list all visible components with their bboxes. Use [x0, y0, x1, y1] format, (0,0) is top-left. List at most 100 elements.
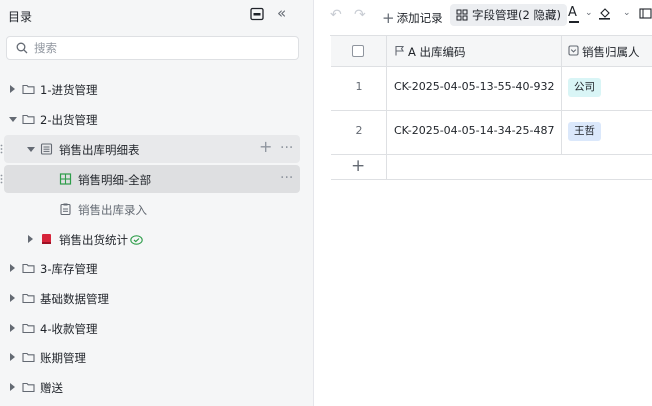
grid-view-icon	[59, 173, 72, 185]
sidebar-header: 目录 «	[0, 0, 314, 30]
expand-icon[interactable]	[10, 353, 15, 361]
folder-icon	[22, 382, 35, 393]
tree-item-sales[interactable]: 2-出货管理	[4, 105, 300, 133]
search-input[interactable]	[34, 39, 284, 57]
expand-icon[interactable]	[28, 235, 33, 243]
folder-icon	[22, 293, 35, 304]
drag-handle-icon[interactable]	[0, 144, 3, 154]
expand-icon[interactable]	[10, 85, 15, 93]
collapse-icon[interactable]	[27, 147, 35, 152]
redo-icon[interactable]: ↷	[354, 7, 366, 23]
table-row[interactable]: 2 CK-2025-04-05-14-34-25-487 王哲	[331, 111, 652, 155]
tree-item-purchase[interactable]: 1-进货管理	[4, 75, 300, 103]
table-row[interactable]: 1 CK-2025-04-05-13-55-40-932 公司	[331, 67, 652, 111]
search-icon	[16, 42, 28, 54]
expand-icon[interactable]	[10, 324, 15, 332]
field-manage-button[interactable]: 字段管理(2 隐藏)	[450, 4, 567, 26]
main-panel: ↶ ↷ +添加记录 字段管理(2 隐藏) A ⌄ ⌄ A 出库编码 销售归属人	[314, 0, 652, 406]
sync-status-icon	[130, 235, 143, 245]
folder-icon	[22, 323, 35, 334]
search-box[interactable]	[6, 36, 299, 60]
fill-color-icon[interactable]	[598, 7, 611, 20]
expand-icon[interactable]	[10, 294, 15, 302]
text-color-icon[interactable]: A	[568, 5, 577, 20]
flag-icon	[395, 45, 405, 56]
owner-tag: 公司	[568, 78, 601, 97]
owner-cell[interactable]: 公司	[562, 67, 652, 110]
sidebar-title: 目录	[8, 10, 33, 24]
tree-item-sales-stats[interactable]: 销售出货统计	[4, 225, 300, 253]
sidebar: 目录 « 1-进货管理 2-出货管理 销售出库明细表 + ··· 销售明	[0, 0, 314, 406]
data-table: A 出库编码 销售归属人 1 CK-2025-04-05-13-55-40-93…	[330, 35, 652, 180]
code-value: CK-2025-04-05-13-55-40-932	[394, 80, 555, 93]
column-header-owner[interactable]: 销售归属人	[562, 36, 652, 66]
text-color-bar	[569, 21, 579, 23]
table-header: A 出库编码 销售归属人	[331, 36, 652, 67]
tree-item-gifts[interactable]: 赠送	[4, 373, 300, 401]
plus-icon: +	[382, 9, 395, 27]
tree-item-label: 基础数据管理	[40, 292, 109, 306]
tree-item-inventory[interactable]: 3-库存管理	[4, 254, 300, 282]
row-number: 2	[355, 124, 363, 137]
add-row-cell[interactable]: +	[331, 155, 387, 179]
code-value: CK-2025-04-05-14-34-25-487	[394, 124, 555, 137]
more-icon[interactable]: ···	[280, 139, 293, 157]
tree-item-label: 3-库存管理	[40, 262, 98, 276]
owner-cell[interactable]: 王哲	[562, 111, 652, 154]
chevron-down-icon[interactable]: ⌄	[623, 8, 631, 18]
drag-handle-icon[interactable]	[0, 174, 3, 184]
form-icon	[60, 203, 71, 215]
tree-item-label: 1-进货管理	[40, 83, 98, 97]
row-number: 1	[355, 80, 363, 93]
tree-item-label: 销售出货统计	[59, 233, 128, 247]
tree-item-label: 账期管理	[40, 351, 86, 365]
column-label: 销售归属人	[582, 45, 640, 59]
folder-icon	[22, 352, 35, 363]
collapse-icon[interactable]	[9, 117, 17, 122]
fields-grid-icon	[456, 9, 468, 21]
tree-item-label: 销售出库明细表	[59, 143, 140, 157]
single-select-icon	[568, 45, 579, 56]
tree-item-sales-detail-all[interactable]: 销售明细-全部 ···	[0, 165, 300, 193]
undo-icon[interactable]: ↶	[330, 7, 342, 23]
book-icon	[42, 234, 51, 244]
tree-item-sales-entry[interactable]: 销售出库录入	[4, 195, 300, 223]
add-row-icon[interactable]: +	[351, 156, 365, 176]
column-header-code[interactable]: A 出库编码	[387, 36, 562, 66]
field-manage-label: 字段管理(2 隐藏)	[472, 8, 561, 22]
more-icon[interactable]: ···	[280, 169, 293, 187]
tree-item-label: 销售出库录入	[78, 203, 147, 217]
add-row-blank[interactable]	[387, 155, 652, 179]
tree-item-label: 2-出货管理	[40, 113, 98, 127]
add-record-label: 添加记录	[396, 11, 443, 25]
folder-icon	[22, 114, 35, 125]
column-label: A 出库编码	[408, 45, 466, 59]
folder-icon	[22, 263, 35, 274]
tree-item-sales-detail-table[interactable]: 销售出库明细表 + ···	[0, 135, 300, 163]
folder-icon	[22, 84, 35, 95]
add-record-button[interactable]: + 添加记录	[382, 8, 443, 27]
add-icon[interactable]: +	[259, 138, 272, 156]
code-cell[interactable]: CK-2025-04-05-14-34-25-487	[387, 111, 562, 154]
collapse-sidebar-icon[interactable]: «	[277, 4, 286, 22]
add-row[interactable]: +	[331, 155, 652, 180]
row-height-icon[interactable]	[639, 7, 652, 20]
owner-tag: 王哲	[568, 122, 601, 141]
tree-item-label: 4-收款管理	[40, 322, 98, 336]
row-number-cell: 1	[331, 67, 387, 110]
tree-item-label: 销售明细-全部	[78, 173, 152, 187]
code-cell[interactable]: CK-2025-04-05-13-55-40-932	[387, 67, 562, 110]
select-all-cell	[331, 36, 387, 66]
toolbar: ↶ ↷ + 添加记录 字段管理(2 隐藏) A ⌄ ⌄	[314, 0, 652, 32]
panel-toggle-icon[interactable]	[250, 7, 264, 21]
tree-item-base-data[interactable]: 基础数据管理	[4, 284, 300, 312]
tree-item-payment-terms[interactable]: 账期管理	[4, 343, 300, 371]
expand-icon[interactable]	[10, 264, 15, 272]
row-number-cell: 2	[331, 111, 387, 154]
tree-item-receivables[interactable]: 4-收款管理	[4, 314, 300, 342]
chevron-down-icon[interactable]: ⌄	[585, 8, 593, 18]
select-all-checkbox[interactable]	[352, 45, 364, 57]
expand-icon[interactable]	[10, 383, 15, 391]
table-icon	[40, 143, 53, 155]
tree-item-label: 赠送	[40, 381, 63, 395]
